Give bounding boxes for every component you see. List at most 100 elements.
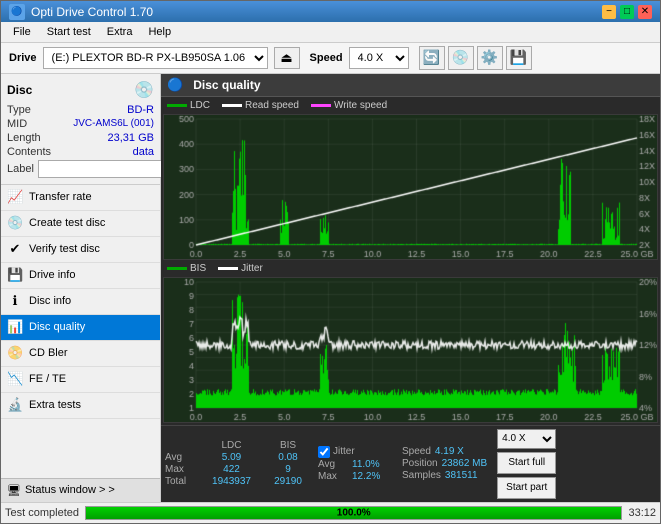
- drive-label: Drive: [9, 52, 37, 64]
- ldc-header: LDC: [199, 440, 264, 451]
- bis-header: BIS: [268, 440, 308, 451]
- lower-chart: [163, 277, 658, 423]
- sidebar-item-verify-test-disc[interactable]: ✔ Verify test disc: [1, 237, 160, 263]
- progress-text: 100.0%: [337, 507, 371, 518]
- drive-bar: Drive (E:) PLEXTOR BD-R PX-LB950SA 1.06 …: [1, 43, 660, 74]
- menu-start-test[interactable]: Start test: [39, 24, 99, 40]
- sidebar: Disc 💿 Type BD-R MID JVC-AMS6L (001) Len…: [1, 74, 161, 502]
- menu-extra[interactable]: Extra: [99, 24, 141, 40]
- sidebar-label-fe-te: FE / TE: [29, 373, 66, 385]
- speed-select-stats[interactable]: 4.0 X: [497, 429, 556, 449]
- sidebar-label-disc-quality: Disc quality: [29, 321, 85, 333]
- app-title: Opti Drive Control 1.70: [31, 5, 153, 19]
- ldc-max: 422: [199, 464, 264, 475]
- disc-type-val: BD-R: [127, 104, 154, 116]
- disc-info-icon: ℹ: [7, 293, 23, 309]
- disc-label-input[interactable]: [38, 160, 176, 178]
- position-stat-val: 23862 MB: [442, 458, 488, 469]
- sidebar-item-transfer-rate[interactable]: 📈 Transfer rate: [1, 185, 160, 211]
- samples-stat-label: Samples: [402, 470, 441, 481]
- app-window: 🔵 Opti Drive Control 1.70 − □ ✕ File Sta…: [0, 0, 661, 524]
- sidebar-label-disc-info: Disc info: [29, 295, 71, 307]
- legend-ldc: LDC: [167, 100, 210, 111]
- drive-info-icon: 💾: [7, 267, 23, 283]
- settings-button[interactable]: ⚙️: [477, 46, 503, 70]
- fe-te-icon: 📉: [7, 371, 23, 387]
- cd-bler-icon: 📀: [7, 345, 23, 361]
- sidebar-item-disc-quality[interactable]: 📊 Disc quality: [1, 315, 160, 341]
- bis-avg: 0.08: [268, 452, 308, 463]
- samples-stat-val: 381511: [445, 470, 478, 481]
- jitter-label: Jitter: [333, 446, 355, 457]
- sidebar-label-create-test-disc: Create test disc: [29, 217, 105, 229]
- sidebar-label-verify-test-disc: Verify test disc: [29, 243, 100, 255]
- bis-total: 29190: [268, 476, 308, 487]
- total-label: Total: [165, 476, 195, 487]
- jitter-max-label: Max: [318, 471, 348, 482]
- content-area: 🔵 Disc quality LDC Read speed: [161, 74, 660, 502]
- main-layout: Disc 💿 Type BD-R MID JVC-AMS6L (001) Len…: [1, 74, 660, 502]
- app-icon: 🔵: [9, 4, 25, 20]
- sidebar-item-create-test-disc[interactable]: 💿 Create test disc: [1, 211, 160, 237]
- minimize-button[interactable]: −: [602, 5, 616, 19]
- disc-label-key: Label: [7, 163, 34, 175]
- sidebar-item-extra-tests[interactable]: 🔬 Extra tests: [1, 393, 160, 419]
- ldc-avg: 5.09: [199, 452, 264, 463]
- jitter-avg-label: Avg: [318, 459, 348, 470]
- start-part-button[interactable]: Start part: [497, 477, 556, 499]
- legend-bis: BIS: [167, 263, 206, 274]
- menu-bar: File Start test Extra Help: [1, 22, 660, 43]
- status-window-label: Status window > >: [25, 484, 115, 496]
- stats-bar: LDC BIS Avg 5.09 0.08 Max 422 9 Total: [161, 425, 660, 502]
- disc-burn-button[interactable]: 💿: [448, 46, 474, 70]
- speed-label: Speed: [310, 52, 343, 64]
- avg-label: Avg: [165, 452, 195, 463]
- disc-panel-label: Disc: [7, 83, 32, 97]
- start-full-button[interactable]: Start full: [497, 452, 556, 474]
- chart-title-icon: 🔵: [167, 77, 183, 93]
- bottom-bar: Test completed 100.0% 33:12: [1, 502, 660, 523]
- sidebar-item-drive-info[interactable]: 💾 Drive info: [1, 263, 160, 289]
- disc-length-key: Length: [7, 132, 41, 144]
- save-button[interactable]: 💾: [506, 46, 532, 70]
- sidebar-item-disc-info[interactable]: ℹ Disc info: [1, 289, 160, 315]
- title-bar: 🔵 Opti Drive Control 1.70 − □ ✕: [1, 1, 660, 22]
- status-text: Test completed: [5, 507, 79, 519]
- upper-chart: [163, 114, 658, 260]
- speed-stat-label: Speed: [402, 446, 431, 457]
- transfer-rate-icon: 📈: [7, 189, 23, 205]
- verify-test-disc-icon: ✔: [7, 241, 23, 257]
- sidebar-item-cd-bler[interactable]: 📀 CD Bler: [1, 341, 160, 367]
- disc-length-val: 23,31 GB: [108, 132, 154, 144]
- menu-help[interactable]: Help: [140, 24, 179, 40]
- close-button[interactable]: ✕: [638, 5, 652, 19]
- disc-type-key: Type: [7, 104, 31, 116]
- jitter-checkbox[interactable]: [318, 446, 330, 458]
- speed-select[interactable]: 4.0 X: [349, 47, 409, 69]
- refresh-button[interactable]: 🔄: [419, 46, 445, 70]
- disc-icon: 💿: [134, 80, 154, 100]
- status-window-icon: 🖥: [7, 484, 21, 497]
- menu-file[interactable]: File: [5, 24, 39, 40]
- bis-max: 9: [268, 464, 308, 475]
- sidebar-label-drive-info: Drive info: [29, 269, 75, 281]
- time-label: 33:12: [628, 507, 656, 519]
- position-stat-label: Position: [402, 458, 438, 469]
- sidebar-label-extra-tests: Extra tests: [29, 399, 81, 411]
- drive-select[interactable]: (E:) PLEXTOR BD-R PX-LB950SA 1.06: [43, 47, 268, 69]
- status-window-bar[interactable]: 🖥 Status window > >: [1, 478, 160, 502]
- disc-quality-icon: 📊: [7, 319, 23, 335]
- disc-mid-val: JVC-AMS6L (001): [73, 118, 154, 130]
- disc-mid-key: MID: [7, 118, 27, 130]
- extra-tests-icon: 🔬: [7, 397, 23, 413]
- disc-panel: Disc 💿 Type BD-R MID JVC-AMS6L (001) Len…: [1, 74, 160, 185]
- sidebar-item-fe-te[interactable]: 📉 FE / TE: [1, 367, 160, 393]
- disc-contents-val: data: [133, 146, 154, 158]
- progress-bar: 100.0%: [85, 506, 622, 520]
- legend-jitter: Jitter: [218, 263, 263, 274]
- create-test-disc-icon: 💿: [7, 215, 23, 231]
- maximize-button[interactable]: □: [620, 5, 634, 19]
- nav-items: 📈 Transfer rate 💿 Create test disc ✔ Ver…: [1, 185, 160, 478]
- jitter-avg-val: 11.0%: [352, 459, 392, 470]
- eject-button[interactable]: ⏏: [274, 47, 300, 69]
